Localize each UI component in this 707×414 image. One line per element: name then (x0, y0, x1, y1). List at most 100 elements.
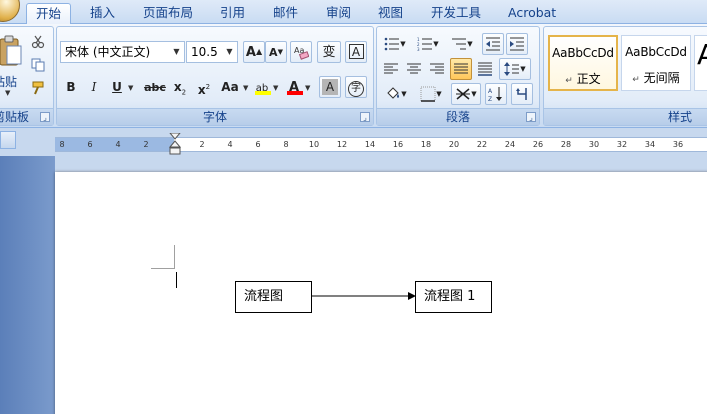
flowchart-connector-arrow[interactable] (312, 288, 417, 304)
align-center-icon (407, 63, 421, 74)
font-color-button[interactable]: A (283, 76, 305, 98)
style-no-spacing[interactable]: AaBbCcDd ↵ 无间隔 (621, 35, 691, 91)
paste-button[interactable]: 粘贴 ▼ (0, 31, 23, 101)
cut-button[interactable] (27, 31, 49, 53)
grow-font-button[interactable]: A▲ (243, 41, 265, 63)
tab-home[interactable]: 开始 (26, 3, 72, 25)
underline-icon: U (112, 80, 122, 94)
tab-view[interactable]: 视图 (369, 3, 412, 24)
clipboard-dialog-launcher[interactable]: ⌟ (40, 112, 50, 122)
style-heading[interactable]: A (694, 35, 707, 91)
character-border-icon: A (348, 44, 364, 59)
paragraph-dialog-launcher[interactable]: ⌟ (526, 112, 536, 122)
shrink-font-button[interactable]: A▼ (265, 41, 287, 63)
clear-formatting-button[interactable]: Aa (290, 41, 312, 63)
character-shading-button[interactable]: A (319, 76, 341, 98)
justify-button[interactable] (450, 58, 472, 80)
bullets-button[interactable]: ▼ (380, 33, 410, 55)
superscript-button[interactable]: x2 (193, 76, 215, 98)
flowchart-shape-label: 流程图 (244, 289, 284, 304)
font-color-bar (287, 91, 303, 95)
style-normal[interactable]: AaBbCcDd ↵ 正文 (548, 35, 618, 91)
sort-button[interactable]: A Z (485, 83, 507, 105)
enclose-characters-button[interactable]: 字 (345, 76, 367, 98)
enclose-characters-icon: 字 (348, 81, 364, 97)
tab-selector-button[interactable] (0, 131, 16, 149)
bullet-list-icon (384, 37, 400, 51)
font-size-select[interactable]: 10.5 ▼ (186, 41, 238, 63)
decrease-indent-button[interactable] (482, 33, 504, 55)
tab-mailings[interactable]: 邮件 (264, 3, 307, 24)
tab-review[interactable]: 审阅 (317, 3, 360, 24)
tab-references[interactable]: 引用 (211, 3, 254, 24)
phonetic-guide-icon: 变 (322, 45, 336, 60)
shrink-font-icon: A (269, 46, 278, 59)
align-right-icon (430, 63, 444, 74)
font-color-dropdown-arrow[interactable]: ▼ (305, 84, 310, 92)
distributed-button[interactable] (474, 58, 496, 80)
paste-icon (0, 35, 22, 66)
office-button[interactable] (0, 0, 20, 22)
format-painter-button[interactable] (27, 77, 49, 99)
ruler-tick-label: 30 (588, 140, 600, 149)
tab-page-layout[interactable]: 页面布局 (134, 3, 202, 24)
ribbon: 粘贴 ▼ 剪贴板 ⌟ 宋体 (中 (0, 24, 707, 128)
show-hide-marks-button[interactable] (511, 83, 533, 105)
align-center-button[interactable] (403, 58, 425, 80)
margin-corner-mark (174, 245, 175, 269)
flowchart-shape[interactable]: 流程图 1 (415, 281, 492, 313)
chinese-layout-icon (456, 88, 471, 100)
underline-button[interactable]: U (106, 76, 128, 98)
font-dialog-launcher[interactable]: ⌟ (360, 112, 370, 122)
highlight-dropdown-arrow[interactable]: ▼ (273, 84, 278, 92)
align-right-button[interactable] (426, 58, 448, 80)
margin-corner-mark (151, 268, 175, 269)
underline-dropdown-arrow[interactable]: ▼ (128, 84, 133, 92)
ruler-tick-label: 8 (59, 140, 65, 149)
svg-text:3: 3 (417, 47, 420, 51)
font-name-select[interactable]: 宋体 (中文正文) ▼ (60, 41, 185, 63)
change-case-dropdown-arrow[interactable]: ▼ (243, 84, 248, 92)
ruler-tick-label: 28 (560, 140, 572, 149)
style-sample: A (697, 38, 707, 71)
horizontal-ruler[interactable]: 8 6 4 2 2 4 6 8 10 12 14 16 18 20 22 24 26 28 30 32 34 36 (55, 137, 707, 152)
ruler-tick-label: 18 (420, 140, 432, 149)
italic-button[interactable]: I (83, 76, 105, 98)
character-shading-icon: A (322, 79, 338, 95)
decrease-indent-icon (486, 37, 500, 51)
character-border-button[interactable]: A (345, 41, 367, 63)
bold-button[interactable]: B (60, 76, 82, 98)
text-highlight-button[interactable]: ab (251, 76, 273, 98)
ruler-tick-label: 4 (227, 140, 233, 149)
tab-developer[interactable]: 开发工具 (422, 3, 490, 24)
chinese-layout-button[interactable]: ▼ (451, 83, 481, 105)
tab-insert[interactable]: 插入 (81, 3, 124, 24)
increase-indent-button[interactable] (506, 33, 528, 55)
clipboard-group: 粘贴 ▼ 剪贴板 ⌟ (0, 26, 54, 126)
phonetic-guide-button[interactable]: 变 (317, 41, 341, 63)
subscript-button[interactable]: x2 (169, 76, 191, 98)
copy-icon (31, 58, 45, 72)
flowchart-shape[interactable]: 流程图 (235, 281, 312, 313)
indent-marker-icon[interactable] (169, 133, 181, 155)
shading-button[interactable]: ▼ (380, 83, 412, 105)
line-spacing-button[interactable]: ▼ (499, 58, 531, 80)
multilevel-list-button[interactable]: ▼ (447, 33, 477, 55)
flowchart-shape-label: 流程图 1 (424, 289, 476, 304)
ruler-tick-label: 26 (532, 140, 544, 149)
align-left-button[interactable] (380, 58, 402, 80)
superscript-icon: x (197, 83, 206, 97)
strikethrough-button[interactable]: abc (141, 76, 169, 98)
font-group-label: 字体 (57, 108, 373, 125)
numbering-button[interactable]: 1 2 3 ▼ (413, 33, 443, 55)
font-name-value: 宋体 (中文正文) (65, 45, 151, 59)
format-painter-icon (32, 81, 44, 95)
tab-acrobat[interactable]: Acrobat (499, 3, 565, 24)
change-case-button[interactable]: Aa (217, 76, 243, 98)
bold-icon: B (66, 80, 76, 94)
copy-button[interactable] (27, 54, 49, 76)
paste-dropdown-arrow[interactable]: ▼ (5, 89, 10, 97)
scissors-icon (31, 35, 45, 49)
borders-button[interactable]: ▼ (415, 83, 447, 105)
font-size-value: 10.5 (191, 45, 218, 59)
